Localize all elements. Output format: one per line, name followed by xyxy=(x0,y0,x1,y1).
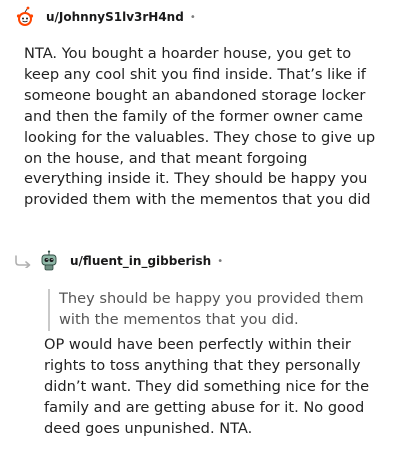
comment-body: NTA. You bought a hoarder house, you get… xyxy=(24,45,376,209)
comment-body: OP would have been perfectly within thei… xyxy=(44,336,370,437)
snoo-avatar-icon[interactable] xyxy=(13,5,37,29)
username[interactable]: u/fluent_in_gibberish xyxy=(70,254,211,268)
comment-header: u/fluent_in_gibberish • xyxy=(37,248,223,274)
username[interactable]: u/JohnnyS1lv3rH4nd xyxy=(46,10,184,24)
robot-avatar-icon[interactable] xyxy=(37,249,61,273)
reply-arrow-icon xyxy=(15,255,31,268)
separator-dot: • xyxy=(217,255,224,267)
separator-dot: • xyxy=(189,11,196,23)
comment-header: u/JohnnyS1lv3rH4nd • xyxy=(13,4,196,30)
blockquote: They should be happy you provided them w… xyxy=(48,289,389,331)
